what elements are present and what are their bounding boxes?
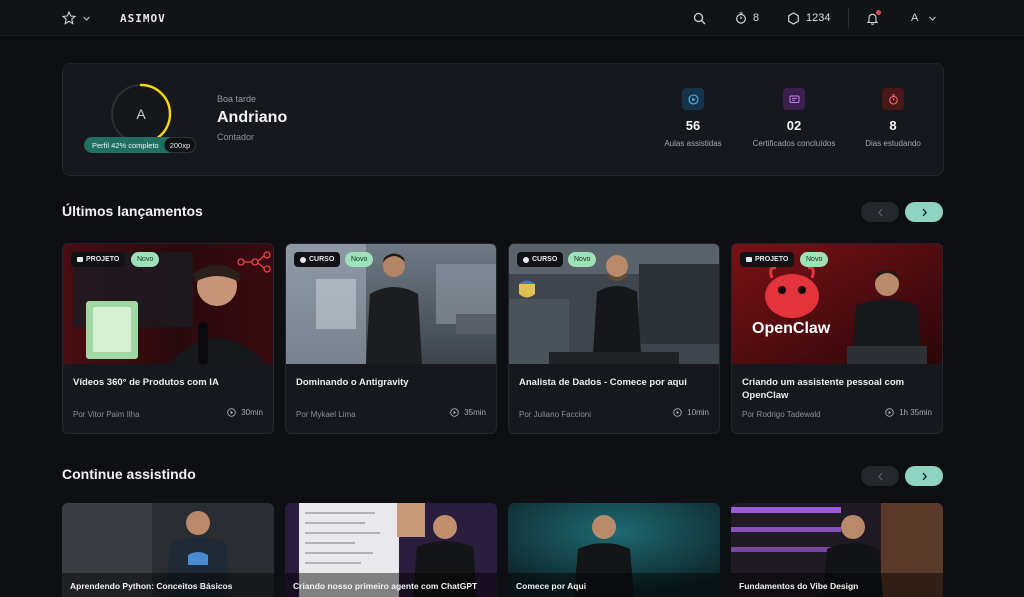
chevron-right-icon — [922, 208, 927, 216]
new-badge: Novo — [800, 252, 829, 267]
course-author: Por Juliano Faccioni — [519, 410, 592, 419]
type-badge: PROJETO — [71, 252, 126, 267]
continue-card[interactable]: Comece por Aqui — [508, 503, 720, 597]
streak-value: 8 — [753, 12, 760, 24]
hexagon-coin-icon — [788, 11, 799, 25]
search-button[interactable] — [693, 0, 706, 36]
new-badge: Novo — [568, 252, 597, 267]
chevron-down-icon — [929, 16, 937, 21]
notifications-button[interactable] — [866, 0, 881, 36]
profile-progress-label: Perfil 42% completo — [92, 140, 159, 150]
xp-badge: 200xp — [163, 137, 197, 153]
course-duration: 10min — [673, 408, 709, 417]
course-author: Por Mykael Lima — [296, 410, 356, 419]
continue-card-title: Criando nosso primeiro agente com ChatGP… — [293, 581, 478, 591]
stat-label: Certificados concluídos — [752, 139, 836, 148]
course-author: Por Vitor Paim Ilha — [73, 410, 140, 419]
profile-progress-pill[interactable]: Perfil 42% completo 200xp — [84, 137, 197, 153]
continue-card-title: Comece por Aqui — [516, 581, 587, 591]
course-duration: 1h 35min — [885, 408, 932, 417]
star-logo-icon — [62, 11, 76, 25]
play-circle-icon — [227, 408, 236, 417]
folder-icon — [746, 257, 752, 262]
stat-lessons-watched: 56 Aulas assistidas — [643, 88, 743, 148]
play-circle-icon — [885, 408, 894, 417]
latest-next-button[interactable] — [905, 202, 943, 222]
stopwatch-icon — [882, 88, 904, 110]
continue-card[interactable]: Criando nosso primeiro agente com ChatGP… — [285, 503, 497, 597]
top-bar: ASIMOV 8 1234 A — [0, 0, 1024, 36]
search-icon — [693, 12, 706, 24]
continue-card[interactable]: Aprendendo Python: Conceitos Básicos — [62, 503, 274, 597]
logo-menu-button[interactable] — [62, 0, 91, 36]
course-title: Criando um assistente pessoal com OpenCl… — [742, 377, 905, 401]
profile-panel: A Perfil 42% completo 200xp Boa tarde An… — [62, 63, 944, 176]
section-title-continue: Continue assistindo — [62, 466, 196, 482]
play-icon — [523, 256, 529, 263]
greeting: Boa tarde — [217, 94, 257, 104]
course-title: Analista de Dados - Comece por aqui — [519, 377, 687, 388]
course-duration-value: 10min — [687, 408, 709, 417]
type-badge-label: PROJETO — [86, 256, 120, 263]
brand-name: ASIMOV — [120, 11, 166, 25]
type-badge: CURSO — [517, 252, 564, 267]
user-name: Andriano — [217, 109, 288, 126]
course-title: Vídeos 360° de Produtos com IA — [73, 377, 219, 388]
continue-card[interactable]: Fundamentos do Vibe Design — [731, 503, 943, 597]
coins-value: 1234 — [806, 12, 831, 24]
course-duration: 30min — [227, 408, 263, 417]
type-badge-label: CURSO — [532, 256, 558, 263]
play-icon — [300, 256, 306, 263]
thumbnail-logo-text: OpenClaw — [752, 320, 831, 337]
section-title-latest: Últimos lançamentos — [62, 203, 203, 219]
chevron-left-icon — [877, 208, 882, 216]
user-menu-button[interactable]: A — [911, 0, 937, 36]
coins-counter[interactable]: 1234 — [787, 0, 830, 36]
topbar-divider — [848, 8, 849, 28]
course-duration: 35min — [450, 408, 486, 417]
play-circle-icon — [682, 88, 704, 110]
user-role: Contador — [217, 132, 255, 142]
folder-icon — [77, 257, 83, 262]
course-author: Por Rodrigo Tadewald — [742, 410, 821, 419]
course-card[interactable]: PROJETO Novo OpenClaw Criando um assiste… — [731, 243, 943, 434]
continue-prev-button[interactable] — [861, 466, 899, 486]
stat-days-studying: 8 Dias estudando — [843, 88, 943, 148]
type-badge: PROJETO — [740, 252, 795, 267]
latest-prev-button[interactable] — [861, 202, 899, 222]
bell-icon — [866, 9, 881, 25]
chevron-right-icon — [922, 472, 927, 480]
new-badge: Novo — [345, 252, 374, 267]
course-card[interactable]: PROJETO Novo Vídeos 360° de Produtos com… — [62, 243, 274, 434]
type-badge: CURSO — [294, 252, 341, 267]
continue-card-title: Aprendendo Python: Conceitos Básicos — [70, 581, 233, 591]
stat-value: 56 — [685, 118, 701, 133]
play-circle-icon — [673, 408, 682, 417]
stat-label: Dias estudando — [865, 139, 921, 148]
stat-label: Aulas assistidas — [664, 139, 722, 148]
play-circle-icon — [450, 408, 459, 417]
chevron-down-icon — [83, 16, 90, 21]
course-duration-value: 35min — [464, 408, 486, 417]
type-badge-label: PROJETO — [755, 256, 789, 263]
streak-counter[interactable]: 8 — [735, 0, 759, 36]
course-duration-value: 30min — [241, 408, 263, 417]
stat-certificates: 02 Certificados concluídos — [743, 88, 845, 148]
new-badge: Novo — [131, 252, 160, 267]
course-card[interactable]: CURSO Novo Analista de Dados - Comece po… — [508, 243, 720, 434]
chevron-left-icon — [877, 472, 882, 480]
course-duration-value: 1h 35min — [899, 408, 932, 417]
stat-value: 8 — [889, 118, 897, 133]
course-card[interactable]: CURSO Novo Dominando o Antigravity Por M… — [285, 243, 497, 434]
continue-next-button[interactable] — [905, 466, 943, 486]
user-initial: A — [911, 12, 919, 24]
course-title: Dominando o Antigravity — [296, 377, 409, 388]
continue-card-title: Fundamentos do Vibe Design — [739, 581, 859, 591]
stat-value: 02 — [786, 118, 802, 133]
stopwatch-icon — [736, 12, 746, 24]
certificate-icon — [783, 88, 805, 110]
type-badge-label: CURSO — [309, 256, 335, 263]
notification-dot — [876, 9, 881, 15]
